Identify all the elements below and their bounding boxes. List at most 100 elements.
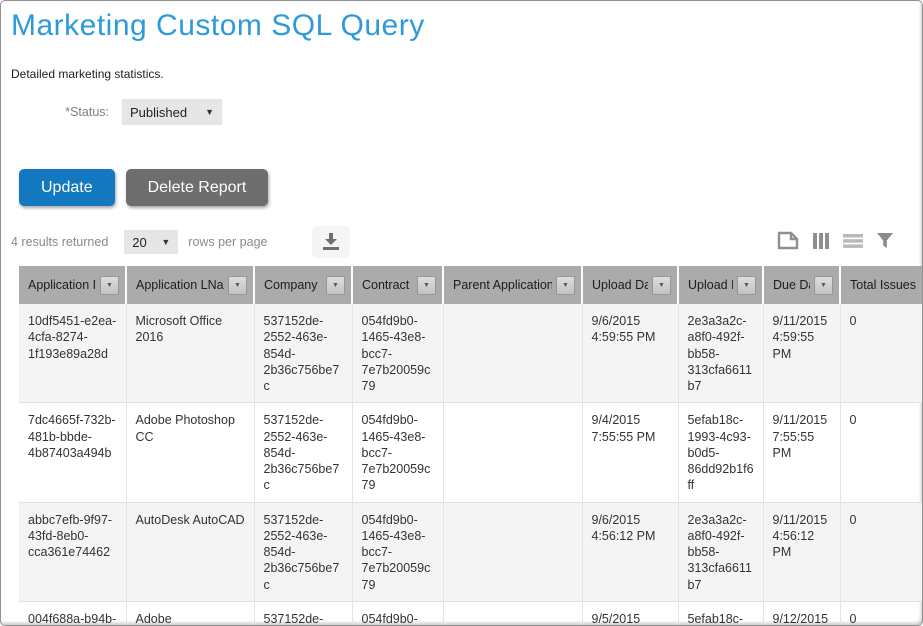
column-header-total-issues[interactable]: Total Issues▼ <box>840 266 923 304</box>
table-cell: 9/4/2015 7:55:55 PM <box>582 403 678 502</box>
column-filter-dropdown-button[interactable]: ▼ <box>814 276 833 295</box>
column-header-label: Due Date <box>773 278 810 292</box>
column-filter-dropdown-button[interactable]: ▼ <box>417 276 436 295</box>
table-row[interactable]: 004f688a-b94b-4ccf-86de-e4b9cbbb9cdeAdob… <box>19 601 923 626</box>
table-cell: 9/11/2015 4:56:12 PM <box>763 502 840 601</box>
column-header-label: Contract ID <box>362 278 413 292</box>
chevron-down-icon: ▼ <box>106 282 113 289</box>
table-cell: 537152de-2552-463e-854d-2b36c756be7c <box>254 304 352 403</box>
column-header-label: Application LName <box>136 278 224 292</box>
table-cell: 5efab18c-1993-4c93-b0d5-86dd92b1f6ff <box>678 601 763 626</box>
filter-button[interactable] <box>876 232 894 252</box>
table-cell: 537152de-2552-463e-854d-2b36c756be7c <box>254 601 352 626</box>
data-grid: Application ID▼Application LName▼Company… <box>19 266 923 626</box>
table-cell: 9/11/2015 4:59:55 PM <box>763 304 840 403</box>
column-header-application-lname[interactable]: Application LName ▼ <box>126 266 254 304</box>
results-bar: 4 results returned 20 ▼ rows per page <box>11 226 908 258</box>
table-cell: Adobe Photoshop CC <box>126 403 254 502</box>
column-header-label: Application ID <box>28 278 96 292</box>
rows-icon <box>843 233 863 252</box>
page-subtitle: Detailed marketing statistics. <box>11 67 922 81</box>
table-cell: 0 <box>840 502 923 601</box>
table-cell: 9/11/2015 7:55:55 PM <box>763 403 840 502</box>
table-cell: 5efab18c-1993-4c93-b0d5-86dd92b1f6ff <box>678 403 763 502</box>
column-filter-dropdown-button[interactable]: ▼ <box>652 276 671 295</box>
column-filter-dropdown-button[interactable]: ▼ <box>228 276 247 295</box>
table-cell: Microsoft Office 2016 <box>126 304 254 403</box>
column-header-contract-id[interactable]: Contract ID ▼ <box>352 266 443 304</box>
column-header-label: Upload Date <box>592 278 648 292</box>
column-header-due-date[interactable]: Due Date ▼ <box>763 266 840 304</box>
chevron-down-icon: ▼ <box>743 282 750 289</box>
app-window: Marketing Custom SQL Query Detailed mark… <box>0 0 923 626</box>
table-cell: 054fd9b0-1465-43e8-bcc7-7e7b20059c79 <box>352 304 443 403</box>
table-cell <box>443 403 582 502</box>
table-cell: 9/6/2015 4:59:55 PM <box>582 304 678 403</box>
table-row[interactable]: 10df5451-e2ea-4cfa-8274-1f193e89a28dMicr… <box>19 304 923 403</box>
page-title: Marketing Custom SQL Query <box>11 9 922 43</box>
page-view-button[interactable] <box>777 231 799 253</box>
table-body: 10df5451-e2ea-4cfa-8274-1f193e89a28dMicr… <box>19 304 923 626</box>
table-cell: abbc7efb-9f97-43fd-8eb0-cca361e74462 <box>19 502 126 601</box>
chevron-down-icon: ▼ <box>234 282 241 289</box>
column-filter-dropdown-button[interactable]: ▼ <box>326 276 345 295</box>
table-cell: Adobe Dreamweaver CC <box>126 601 254 626</box>
column-header-label: Total Issues <box>850 278 916 292</box>
filter-icon <box>876 232 894 252</box>
page-content: Marketing Custom SQL Query Detailed mark… <box>1 1 922 626</box>
table-cell: 9/5/2015 3:15:27 AM <box>582 601 678 626</box>
columns-icon <box>812 232 830 253</box>
table-row[interactable]: abbc7efb-9f97-43fd-8eb0-cca361e74462Auto… <box>19 502 923 601</box>
table-cell: 054fd9b0-1465-43e8-bcc7-7e7b20059c79 <box>352 403 443 502</box>
table-cell: 004f688a-b94b-4ccf-86de-e4b9cbbb9cde <box>19 601 126 626</box>
table-cell: 0 <box>840 601 923 626</box>
table-cell <box>443 502 582 601</box>
status-form-row: *Status: Published ▼ <box>11 99 922 125</box>
table-row[interactable]: 7dc4665f-732b-481b-bbde-4b87403a494bAdob… <box>19 403 923 502</box>
table-cell: 9/12/2015 3:15:27 AM <box>763 601 840 626</box>
page-size-value: 20 <box>132 235 146 250</box>
table-cell: 10df5451-e2ea-4cfa-8274-1f193e89a28d <box>19 304 126 403</box>
status-select-value: Published <box>130 105 187 120</box>
table-cell: 9/6/2015 4:56:12 PM <box>582 502 678 601</box>
column-header-label: Company ID <box>264 278 322 292</box>
page-icon <box>777 231 799 253</box>
column-header-upload-date[interactable]: Upload Date ▼ <box>582 266 678 304</box>
column-header-parent-application-id[interactable]: Parent Application ID ▼ <box>443 266 582 304</box>
table-cell: 537152de-2552-463e-854d-2b36c756be7c <box>254 403 352 502</box>
chevron-down-icon: ▼ <box>205 107 214 117</box>
delete-report-button[interactable]: Delete Report <box>126 169 269 206</box>
columns-view-button[interactable] <box>812 232 830 253</box>
table-cell: 537152de-2552-463e-854d-2b36c756be7c <box>254 502 352 601</box>
column-header-upload-by[interactable]: Upload By ▼ <box>678 266 763 304</box>
table-cell: 0 <box>840 304 923 403</box>
action-buttons: Update Delete Report <box>19 169 922 206</box>
table-cell: 2e3a3a2c-a8f0-492f-bb58-313cfa6611b7 <box>678 304 763 403</box>
column-filter-dropdown-button[interactable]: ▼ <box>737 276 756 295</box>
column-header-label: Parent Application ID <box>453 278 552 292</box>
table-cell: 0 <box>840 403 923 502</box>
column-header-label: Upload By <box>688 278 733 292</box>
table-header-row: Application ID▼Application LName▼Company… <box>19 266 923 304</box>
column-header-application-id[interactable]: Application ID ▼ <box>19 266 126 304</box>
page-size-select[interactable]: 20 ▼ <box>124 230 178 254</box>
table-cell: AutoDesk AutoCAD <box>126 502 254 601</box>
column-header-company-id[interactable]: Company ID ▼ <box>254 266 352 304</box>
table-cell <box>443 304 582 403</box>
column-filter-dropdown-button[interactable]: ▼ <box>556 276 575 295</box>
chevron-down-icon: ▼ <box>820 282 827 289</box>
chevron-down-icon: ▼ <box>423 282 430 289</box>
status-label: *Status: <box>11 105 109 119</box>
update-button[interactable]: Update <box>19 169 115 206</box>
rows-view-button[interactable] <box>843 233 863 252</box>
table-cell: 054fd9b0-1465-43e8-bcc7-7e7b20059c79 <box>352 601 443 626</box>
chevron-down-icon: ▼ <box>332 282 339 289</box>
download-button[interactable] <box>312 226 350 258</box>
rows-per-page-label: rows per page <box>188 235 267 249</box>
status-select[interactable]: Published ▼ <box>122 99 222 125</box>
download-icon <box>321 232 341 253</box>
chevron-down-icon: ▼ <box>161 237 170 247</box>
column-filter-dropdown-button[interactable]: ▼ <box>100 276 119 295</box>
chevron-down-icon: ▼ <box>658 282 665 289</box>
results-count-text: 4 results returned <box>11 235 108 249</box>
